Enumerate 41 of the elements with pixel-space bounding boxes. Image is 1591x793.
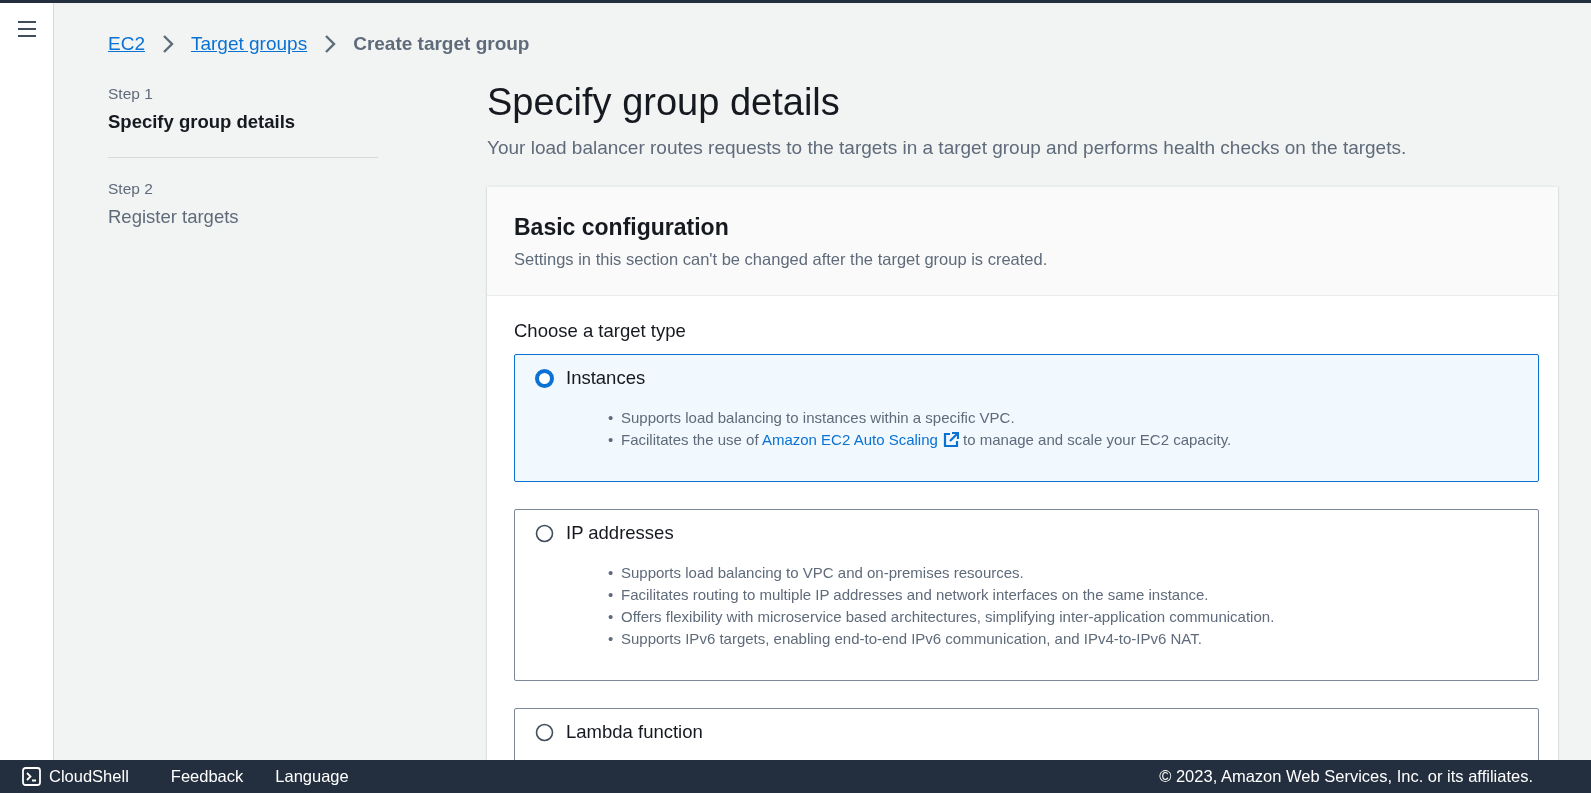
option-label: Lambda function — [566, 721, 703, 743]
breadcrumb-link[interactable]: Target groups — [190, 33, 308, 55]
bullet-text: Facilitates routing to multiple IP addresses and network interfaces on the same instance. — [621, 585, 1209, 605]
step-number: Step 1 — [108, 85, 154, 103]
bullet-text: Supports load balancing to instances within a specific VPC. — [621, 408, 1015, 428]
external-link-icon — [942, 432, 959, 448]
external-link[interactable]: Amazon EC2 Auto Scaling — [761, 431, 959, 448]
step-title[interactable]: Specify group details — [108, 111, 378, 157]
bullet-marker: • — [608, 629, 615, 649]
footer-link[interactable]: Language — [275, 767, 349, 786]
copyright-text: © 2023, Amazon Web Services, Inc. or its affiliates. — [1159, 767, 1533, 786]
option-tile[interactable] — [514, 509, 1539, 681]
radio-button[interactable] — [535, 722, 554, 742]
step-number: Step 2 — [108, 180, 154, 198]
card-subtitle: Settings in this section can't be changed after the target group is created. — [514, 250, 1049, 269]
step-title[interactable]: Register targets — [108, 206, 378, 252]
bullet-marker: • — [608, 607, 615, 627]
field-label: Choose a target type — [514, 320, 687, 342]
bullet-marker: • — [608, 563, 615, 583]
radio-button[interactable] — [535, 523, 554, 543]
page-title: Specify group details — [487, 80, 841, 125]
option-label: IP addresses — [566, 522, 674, 544]
bullet-text: Supports IPv6 targets, enabling end-to-end IPv6 communication, and IPv4-to-IPv6 NAT. — [621, 629, 1202, 649]
terminal-icon — [22, 767, 41, 786]
bullet-text: Facilitates the use of Amazon EC2 Auto Scaling to manage and scale your EC2 capacity. — [621, 430, 1232, 450]
card-title: Basic configuration — [514, 214, 730, 241]
footer-link[interactable]: CloudShell — [22, 767, 129, 786]
option-tile[interactable]: Instances • Supports load balancing to instances within a specific VPC. • Facilitates the use of Amazon EC2 Auto Scaling to manage and scale your EC2 capacity. — [514, 354, 1539, 482]
bullet-text: Supports load balancing to VPC and on-premises resources. — [621, 563, 1024, 583]
bullet-marker: • — [608, 430, 615, 450]
page-description: Your load balancer routes requests to the targets in a target group and performs health checks on the targets. — [487, 137, 1408, 159]
bullet-text: Offers flexibility with microservice based architectures, simplifying inter-application communication. — [621, 607, 1275, 627]
radio-button[interactable] — [535, 368, 554, 388]
bullet-marker: • — [608, 408, 615, 428]
breadcrumb-link[interactable]: EC2 — [108, 33, 145, 55]
bullet-marker: • — [608, 585, 615, 605]
chevron-right-icon — [324, 34, 337, 54]
footer-link[interactable]: Feedback — [170, 767, 244, 786]
chevron-right-icon — [161, 34, 174, 54]
option-label: Instances — [566, 367, 646, 389]
breadcrumb-current: Create target group — [353, 33, 530, 55]
